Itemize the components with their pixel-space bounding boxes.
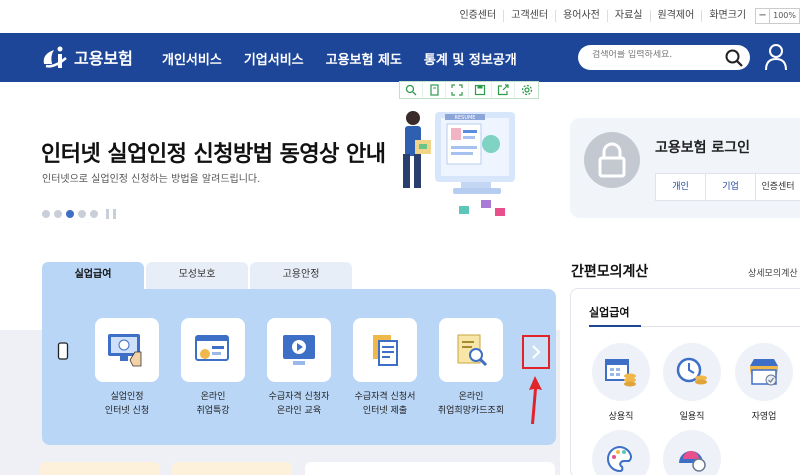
- lock-icon: [584, 132, 640, 188]
- helmet-clock-icon: [663, 430, 721, 475]
- next-button[interactable]: [522, 335, 550, 369]
- phone-icon[interactable]: [57, 342, 69, 360]
- login-business-button[interactable]: 기업: [706, 174, 756, 200]
- service-label-line1: 온라인: [200, 392, 226, 402]
- service-item[interactable]: 수급자격 신청자온라인 교육: [259, 318, 339, 418]
- service-label-line2: 인터넷 신청: [104, 406, 150, 416]
- art-label: RESUME: [455, 115, 476, 121]
- annotation-arrow-icon: [529, 376, 542, 424]
- nav-item-personal[interactable]: 개인서비스: [162, 49, 222, 68]
- main-header: 고용보험 개인서비스 기업서비스 고용보험 제도 통계 및 정보공개: [0, 33, 800, 82]
- export-tool-icon[interactable]: [492, 82, 515, 98]
- tab-employment-stability[interactable]: 고용안정: [250, 262, 352, 290]
- tab-underline: [589, 325, 641, 327]
- zoom-control: − 100%: [755, 8, 800, 24]
- job-label: 상용직: [608, 412, 634, 422]
- bottom-card: [40, 462, 160, 475]
- service-label-line2: 취업특강: [196, 406, 230, 416]
- hero-subtitle: 인터넷으로 실업인정 신청하는 방법을 알려드립니다.: [42, 174, 261, 185]
- play-monitor-icon: [267, 318, 331, 382]
- nav-item-statistics[interactable]: 통계 및 정보공개: [424, 49, 517, 68]
- user-icon[interactable]: [764, 43, 788, 71]
- slide-dot[interactable]: [42, 210, 50, 218]
- service-item[interactable]: 수급자격 신청서인터넷 제출: [345, 318, 425, 418]
- job-label: 일용직: [679, 412, 705, 422]
- job-label: 자영업: [751, 412, 777, 422]
- service-item[interactable]: 온라인취업특강: [173, 318, 253, 418]
- main-nav: 개인서비스 기업서비스 고용보험 제도 통계 및 정보공개: [162, 49, 539, 68]
- video-lecture-icon: [181, 318, 245, 382]
- service-label-line2: 취업희망카드조회: [437, 406, 505, 416]
- logo-mark-icon: [43, 46, 67, 68]
- utility-bar: 인증센터 고객센터 용어사전 자료실 원격제어 화면크기 − 100%: [0, 0, 800, 32]
- service-label-line1: 실업인정: [110, 392, 144, 402]
- zoom-value: 100%: [773, 11, 796, 20]
- service-label-line2: 인터넷 제출: [362, 406, 408, 416]
- util-link-support[interactable]: 고객센터: [503, 10, 555, 22]
- bottom-card: [172, 462, 292, 475]
- site-logo[interactable]: 고용보험: [40, 42, 133, 72]
- copy-tool-icon[interactable]: [423, 82, 446, 98]
- job-option[interactable]: 자영업: [735, 343, 793, 422]
- service-label-line1: 온라인: [458, 392, 484, 402]
- service-label-line1: 수급자격 신청자: [268, 392, 330, 402]
- edit-toolbar: [399, 81, 539, 99]
- service-item[interactable]: 온라인취업희망카드조회: [431, 318, 511, 418]
- zoom-in-tool-icon[interactable]: [400, 82, 423, 98]
- login-tabs: 개인 기업 인증센터: [655, 173, 800, 201]
- expand-tool-icon[interactable]: [446, 82, 469, 98]
- util-link-remote[interactable]: 원격제어: [649, 10, 702, 22]
- store-icon: [735, 343, 793, 401]
- calc-title: 간편모의계산: [571, 264, 649, 280]
- pause-icon[interactable]: [106, 209, 116, 219]
- search-icon[interactable]: [724, 48, 744, 68]
- calc-tab-unemployment[interactable]: 실업급여: [589, 304, 629, 320]
- nav-item-system[interactable]: 고용보험 제도: [326, 49, 402, 68]
- settings-tool-icon[interactable]: [515, 82, 538, 98]
- login-card: 고용보험 로그인 개인 기업 인증센터: [570, 118, 800, 218]
- save-tool-icon[interactable]: [469, 82, 492, 98]
- login-cert-center-button[interactable]: 인증센터: [756, 174, 800, 200]
- login-title: 고용보험 로그인: [655, 140, 751, 156]
- search-input[interactable]: [592, 50, 722, 60]
- util-link-auth[interactable]: 인증센터: [452, 10, 503, 22]
- slide-dot[interactable]: [54, 210, 62, 218]
- util-link-library[interactable]: 자료실: [606, 10, 650, 22]
- job-option[interactable]: 일용직: [663, 343, 721, 422]
- document-icon: [353, 318, 417, 382]
- logo-text: 고용보험: [74, 49, 133, 68]
- util-link-glossary[interactable]: 용어사전: [555, 10, 607, 22]
- bottom-card: [305, 462, 555, 475]
- service-tabs: 실업급여 모성보호 고용안정: [42, 262, 354, 290]
- slider-indicators: [42, 209, 116, 219]
- service-item[interactable]: 실업인정인터넷 신청: [87, 318, 167, 418]
- slide-dot[interactable]: [90, 210, 98, 218]
- nav-item-business[interactable]: 기업서비스: [244, 49, 304, 68]
- job-option[interactable]: [663, 430, 721, 475]
- calendar-coins-icon: [592, 343, 650, 401]
- chevron-right-icon: [532, 345, 541, 359]
- service-label-line1: 수급자격 신청서: [354, 392, 416, 402]
- util-screen-size-label: 화면크기: [701, 10, 753, 22]
- search-box: [578, 45, 750, 70]
- slide-dot[interactable]: [78, 210, 86, 218]
- monitor-hand-icon: [95, 318, 159, 382]
- job-option[interactable]: [592, 430, 650, 475]
- hero-illustration: RESUME: [403, 111, 515, 216]
- tab-maternity[interactable]: 모성보호: [146, 262, 248, 290]
- tab-unemployment[interactable]: 실업급여: [42, 262, 144, 290]
- login-personal-button[interactable]: 개인: [656, 174, 706, 200]
- search-document-icon: [439, 318, 503, 382]
- palette-icon: [592, 430, 650, 475]
- zoom-out-button[interactable]: −: [756, 9, 771, 23]
- utility-links: 인증센터 고객센터 용어사전 자료실 원격제어 화면크기 − 100%: [452, 8, 800, 24]
- service-label-line2: 온라인 교육: [276, 406, 322, 416]
- hero-title[interactable]: 인터넷 실업인정 신청방법 동영상 안내: [41, 136, 386, 168]
- job-option[interactable]: 상용직: [592, 343, 650, 422]
- slide-dot-active[interactable]: [66, 210, 74, 218]
- calc-detail-link[interactable]: 상세모의계산: [748, 266, 798, 279]
- clock-coins-icon: [663, 343, 721, 401]
